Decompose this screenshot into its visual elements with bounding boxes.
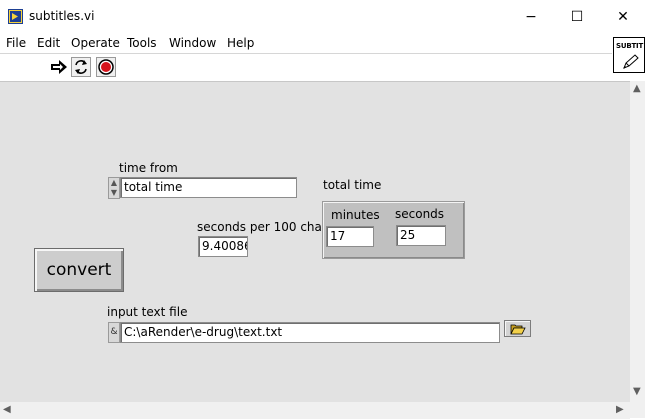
browse-button[interactable]: [504, 320, 531, 337]
menu-file[interactable]: File: [6, 36, 26, 50]
run-continuously-button[interactable]: [71, 57, 91, 77]
time-from-ring-arrows[interactable]: ▲ ▼: [108, 177, 120, 199]
maximize-icon: ☐: [570, 8, 584, 25]
seconds-per-100-char-label: seconds per 100 char: [197, 220, 327, 234]
convert-button-label: convert: [46, 260, 112, 280]
total-time-label: total time: [323, 178, 382, 192]
path-prefix: &: [108, 322, 120, 343]
abort-icon: [98, 59, 114, 75]
run-button[interactable]: [49, 57, 69, 77]
increment-arrow-icon[interactable]: ▲: [109, 178, 119, 188]
scroll-left-icon[interactable]: ◀: [3, 404, 11, 415]
vi-icon[interactable]: SUBTIT: [613, 37, 645, 73]
horizontal-scrollbar[interactable]: ◀ ▶: [0, 401, 630, 419]
seconds-label: seconds: [395, 207, 445, 221]
toolbar: [0, 54, 612, 81]
menu-operate[interactable]: Operate: [71, 36, 120, 50]
abort-button[interactable]: [96, 57, 116, 77]
minimize-button[interactable]: −: [508, 0, 554, 33]
window-title: subtitles.vi: [29, 9, 95, 23]
vi-icon-label: SUBTIT: [616, 42, 644, 50]
minutes-field[interactable]: 17: [326, 226, 374, 247]
menu-tools[interactable]: Tools: [127, 36, 157, 50]
vertical-scrollbar[interactable]: ▲ ▼: [630, 81, 645, 401]
run-continuously-icon: [75, 60, 87, 74]
scroll-up-icon[interactable]: ▲: [633, 83, 641, 94]
convert-button[interactable]: convert: [34, 248, 124, 292]
input-text-file-path[interactable]: C:\aRender\e-drug\text.txt: [120, 322, 500, 343]
scroll-down-icon[interactable]: ▼: [633, 386, 641, 397]
close-button[interactable]: ✕: [600, 0, 645, 33]
front-panel: [0, 81, 630, 402]
time-from-label: time from: [119, 161, 178, 175]
scroll-right-icon[interactable]: ▶: [616, 404, 624, 415]
menu-edit[interactable]: Edit: [37, 36, 60, 50]
minimize-icon: −: [525, 8, 537, 25]
scroll-corner: [630, 401, 645, 418]
run-arrow-icon: [51, 60, 67, 74]
folder-open-icon: [509, 324, 526, 334]
menu-window[interactable]: Window: [169, 36, 216, 50]
seconds-field[interactable]: 25: [396, 225, 446, 246]
input-text-file-label: input text file: [107, 305, 188, 319]
seconds-per-100-char-field[interactable]: 9.40086: [198, 236, 248, 257]
maximize-button[interactable]: ☐: [554, 0, 600, 33]
menu-help[interactable]: Help: [227, 36, 254, 50]
time-from-ring[interactable]: total time: [120, 177, 297, 198]
pencil-icon: [623, 54, 639, 69]
decrement-arrow-icon[interactable]: ▼: [109, 188, 119, 198]
close-icon: ✕: [617, 8, 629, 25]
minutes-label: minutes: [331, 208, 380, 222]
labview-app-icon: [8, 9, 23, 24]
